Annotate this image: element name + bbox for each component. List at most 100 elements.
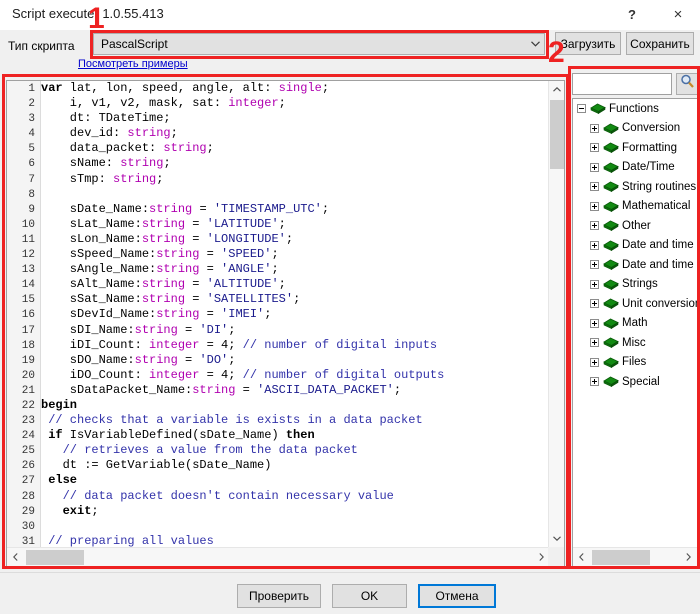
editor-horizontal-scrollbar[interactable]: [7, 547, 550, 566]
expand-toggle-icon[interactable]: [590, 260, 599, 270]
tree-hscroll-thumb[interactable]: [592, 550, 650, 565]
tree-horizontal-scrollbar[interactable]: [573, 547, 697, 566]
load-button[interactable]: Загрузить: [555, 32, 621, 55]
function-group-icon: [603, 356, 619, 369]
line-number: 18: [21, 339, 35, 352]
script-type-label: Тип скрипта: [8, 39, 75, 53]
code-token: integer: [228, 96, 279, 111]
functions-tree-panel[interactable]: Functions Conversion Formatting Date/Time St…: [572, 98, 698, 567]
tree-node-misc[interactable]: Misc: [573, 333, 697, 353]
scroll-down-icon[interactable]: [549, 530, 564, 547]
editor-vertical-scrollbar[interactable]: [548, 81, 564, 547]
tree-node-formatting[interactable]: Formatting: [573, 138, 697, 158]
code-line-source: sName: string;: [35, 156, 171, 171]
expand-toggle-icon[interactable]: [590, 240, 599, 250]
line-number: 1: [28, 83, 35, 95]
tree-node-string-routines[interactable]: String routines: [573, 177, 697, 197]
expand-toggle-icon[interactable]: [590, 299, 599, 309]
line-number: 9: [28, 203, 35, 216]
code-line-source: iDO_Count: integer = 4; // number of dig…: [35, 368, 445, 383]
tree-node-strings[interactable]: Strings: [573, 275, 697, 295]
expand-toggle-icon[interactable]: [590, 279, 599, 289]
expand-toggle-icon[interactable]: [590, 377, 599, 387]
line-number: 20: [21, 369, 35, 382]
expand-toggle-icon[interactable]: [590, 221, 599, 231]
code-line-source: iDI_Count: integer = 4; // number of dig…: [35, 338, 437, 353]
code-token: sDevId_Name:: [41, 307, 157, 322]
code-token: dt: TDateTime;: [41, 111, 171, 126]
editor-scroll-corner: [548, 547, 564, 566]
tree-scroll-right-icon[interactable]: [680, 548, 697, 566]
code-line: 25 // retrieves a value from the data pa…: [7, 443, 550, 458]
tree-node-functions[interactable]: Functions: [573, 99, 697, 119]
code-line: 10 sLat_Name:string = 'LATITUDE';: [7, 217, 550, 232]
function-group-icon: [603, 317, 619, 330]
expand-toggle-icon[interactable]: [590, 143, 599, 153]
scroll-left-icon[interactable]: [7, 548, 24, 566]
code-token: ;: [271, 262, 279, 277]
tree-node-date-time[interactable]: Date/Time: [573, 158, 697, 178]
tree-scroll-left-icon[interactable]: [573, 548, 590, 566]
line-number: 7: [28, 173, 35, 186]
code-text-area[interactable]: 1 var lat, lon, speed, angle, alt: single…: [7, 81, 550, 547]
cancel-button[interactable]: Отмена: [418, 584, 496, 608]
script-type-select[interactable]: PascalScript: [93, 33, 545, 55]
search-button[interactable]: [676, 73, 698, 95]
scroll-up-icon[interactable]: [549, 81, 564, 98]
expand-toggle-icon[interactable]: [590, 123, 599, 133]
tree-node-date-and-time[interactable]: Date and time: [573, 236, 697, 256]
expand-toggle-icon[interactable]: [590, 162, 599, 172]
code-token: =: [185, 292, 207, 307]
code-token: string: [113, 171, 157, 186]
tree-node-mathematical[interactable]: Mathematical: [573, 197, 697, 217]
line-number: 24: [21, 430, 35, 443]
code-token: string: [120, 156, 164, 171]
function-group-icon: [603, 161, 619, 174]
tree-node-special[interactable]: Special: [573, 372, 697, 392]
save-button[interactable]: Сохранить: [626, 32, 694, 55]
code-token: sLat_Name:: [41, 216, 142, 231]
tree-node-files[interactable]: Files: [573, 353, 697, 373]
tree-node-label: Conversion: [622, 122, 681, 135]
code-line-source: sSat_Name:string = 'SATELLITES';: [35, 292, 300, 307]
tree-node-unit-conversion[interactable]: Unit conversion: [573, 294, 697, 314]
code-line: 2 i, v1, v2, mask, sat: integer;: [7, 96, 550, 111]
window-title: Script executer 1.0.55.413: [12, 6, 164, 21]
code-token: = 4;: [199, 337, 243, 352]
code-line: 5 data_packet: string;: [7, 141, 550, 156]
code-line-source: dt: TDateTime;: [35, 111, 171, 126]
code-token: =: [177, 322, 200, 337]
functions-tree[interactable]: Functions Conversion Formatting Date/Time St…: [573, 99, 697, 547]
tree-node-conversion[interactable]: Conversion: [573, 119, 697, 139]
expand-toggle-icon[interactable]: [590, 201, 599, 211]
code-token: ;: [91, 503, 99, 518]
code-line: 14 sAlt_Name:string = 'ALTITUDE';: [7, 277, 550, 292]
code-token: ;: [264, 307, 272, 322]
code-token: 'SPEED': [221, 247, 272, 262]
expand-toggle-icon[interactable]: [590, 357, 599, 367]
tree-node-date-and-time-l[interactable]: Date and time l: [573, 255, 697, 275]
line-number: 19: [21, 354, 35, 367]
code-token: integer: [149, 337, 200, 352]
close-icon[interactable]: ×: [656, 0, 700, 29]
check-button[interactable]: Проверить: [237, 584, 321, 608]
expand-toggle-icon[interactable]: [590, 182, 599, 192]
help-icon[interactable]: ?: [610, 0, 654, 29]
expand-toggle-icon[interactable]: [590, 338, 599, 348]
function-group-icon: [603, 239, 619, 252]
tree-node-other[interactable]: Other: [573, 216, 697, 236]
search-input[interactable]: [572, 73, 672, 95]
code-editor[interactable]: 1 var lat, lon, speed, angle, alt: single…: [6, 80, 565, 567]
tree-node-math[interactable]: Math: [573, 314, 697, 334]
view-examples-link[interactable]: Посмотреть примеры: [78, 58, 188, 70]
collapse-toggle-icon[interactable]: [577, 104, 586, 114]
code-token: string: [141, 277, 186, 292]
editor-vscroll-thumb[interactable]: [550, 100, 564, 169]
line-number: 27: [21, 475, 35, 488]
ok-button[interactable]: OK: [332, 584, 407, 608]
editor-hscroll-thumb[interactable]: [26, 550, 84, 565]
tree-node-label: Math: [622, 317, 648, 330]
title-bar: Script executer 1.0.55.413 ? ×: [0, 0, 700, 30]
expand-toggle-icon[interactable]: [590, 318, 599, 328]
